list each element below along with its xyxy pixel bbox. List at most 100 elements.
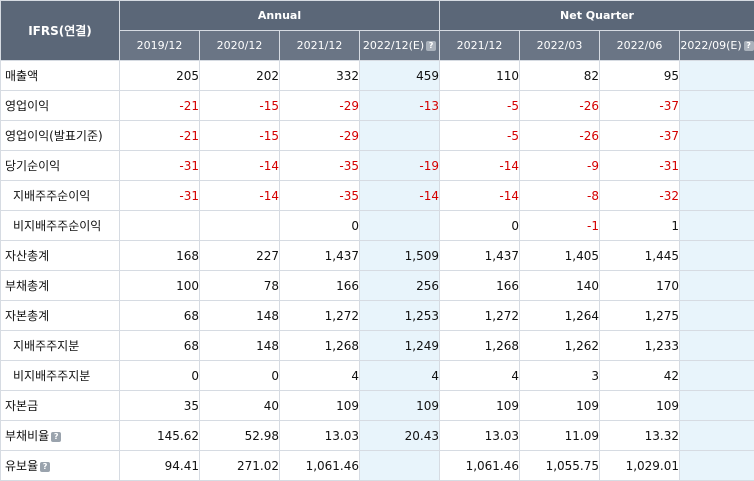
- value-cell: 166: [439, 270, 521, 301]
- value-cell: [679, 420, 754, 451]
- row-label: 부채비율?: [0, 420, 120, 451]
- value-cell: -9: [519, 150, 601, 181]
- value-cell: 11.09: [519, 420, 601, 451]
- row-label: 영업이익(발표기준): [0, 120, 120, 151]
- value-cell: 94.41: [119, 450, 200, 481]
- row-label: 자본금: [0, 390, 120, 421]
- value-cell: 1,445: [599, 240, 681, 271]
- period-header: 2021/12: [439, 30, 521, 61]
- value-cell: 110: [439, 60, 521, 91]
- table-row: 매출액 205 202 332 459 110 82 95: [0, 60, 754, 91]
- value-cell: [679, 60, 754, 91]
- period-header: 2021/12: [279, 30, 360, 61]
- value-cell: 13.03: [279, 420, 360, 451]
- row-label-text: 유보율: [5, 459, 39, 473]
- row-label-text: 비지배주주지분: [13, 369, 91, 383]
- value-cell: -32: [599, 180, 681, 211]
- value-cell: -15: [199, 90, 280, 121]
- row-label: 영업이익: [0, 90, 120, 121]
- value-cell: 68: [119, 300, 200, 331]
- value-cell: -1: [519, 210, 601, 241]
- value-cell: 202: [199, 60, 280, 91]
- value-cell: -31: [119, 180, 200, 211]
- value-cell: -14: [439, 150, 521, 181]
- value-cell: 0: [439, 210, 521, 241]
- value-cell: 42: [599, 360, 681, 391]
- row-label: 당기순이익: [0, 150, 120, 181]
- value-cell: -35: [279, 150, 360, 181]
- value-cell: 1,264: [519, 300, 601, 331]
- value-cell: 13.32: [599, 420, 681, 451]
- value-cell: 271.02: [199, 450, 280, 481]
- value-cell: [358, 210, 441, 241]
- value-cell: 1,272: [439, 300, 521, 331]
- period-header: 2020/12: [199, 30, 280, 61]
- table-row: 비지배주주순이익 0 0 -1 1: [0, 210, 754, 241]
- question-icon[interactable]: ?: [40, 461, 51, 472]
- table-row: 유보율? 94.41 271.02 1,061.46 1,061.46 1,055.75 1…: [0, 450, 754, 481]
- value-cell: 140: [519, 270, 601, 301]
- row-label-text: 자본총계: [5, 309, 50, 323]
- value-cell: 1,055.75: [519, 450, 601, 481]
- value-cell: 40: [199, 390, 280, 421]
- value-cell: 3: [519, 360, 601, 391]
- period-header-estimate: 2022/09(E)?: [679, 30, 754, 61]
- value-cell: [679, 360, 754, 391]
- row-label-text: 자본금: [5, 399, 39, 413]
- value-cell: [679, 210, 754, 241]
- row-label: 비지배주주순이익: [0, 210, 120, 241]
- value-cell: 168: [119, 240, 200, 271]
- row-label: 지배주주순이익: [0, 180, 120, 211]
- value-cell: 145.62: [119, 420, 200, 451]
- value-cell: [679, 330, 754, 361]
- value-cell: 166: [279, 270, 360, 301]
- value-cell: 1,061.46: [439, 450, 521, 481]
- value-cell: -8: [519, 180, 601, 211]
- row-label: 지배주주지분: [0, 330, 120, 361]
- value-cell: -26: [519, 120, 601, 151]
- value-cell: 20.43: [358, 420, 441, 451]
- table-row: 자산총계 168 227 1,437 1,509 1,437 1,405 1,445: [0, 240, 754, 271]
- value-cell: 109: [599, 390, 681, 421]
- value-cell: [358, 450, 441, 481]
- value-cell: -14: [199, 150, 280, 181]
- value-cell: 1,268: [439, 330, 521, 361]
- value-cell: 78: [199, 270, 280, 301]
- value-cell: -14: [199, 180, 280, 211]
- row-label-text: 부채비율: [5, 429, 50, 443]
- value-cell: 4: [279, 360, 360, 391]
- table-row: 당기순이익 -31 -14 -35 -19 -14 -9 -31: [0, 150, 754, 181]
- financial-summary-table: IFRS(연결) Annual Net Quarter 2019/12 2020…: [0, 0, 754, 481]
- row-label: 자산총계: [0, 240, 120, 271]
- value-cell: 1,437: [279, 240, 360, 271]
- value-cell: [679, 450, 754, 481]
- row-label: 매출액: [0, 60, 120, 91]
- value-cell: 35: [119, 390, 200, 421]
- value-cell: 109: [279, 390, 360, 421]
- value-cell: [679, 90, 754, 121]
- value-cell: [679, 240, 754, 271]
- value-cell: 256: [358, 270, 441, 301]
- question-icon[interactable]: ?: [426, 41, 437, 51]
- row-label: 부채총계: [0, 270, 120, 301]
- row-label-text: 지배주주순이익: [13, 189, 91, 203]
- table-row: 영업이익 -21 -15 -29 -13 -5 -26 -37: [0, 90, 754, 121]
- value-cell: 205: [119, 60, 200, 91]
- value-cell: 1,509: [358, 240, 441, 271]
- value-cell: 459: [358, 60, 441, 91]
- value-cell: 82: [519, 60, 601, 91]
- value-cell: 1,233: [599, 330, 681, 361]
- row-label: 비지배주주지분: [0, 360, 120, 391]
- row-label-text: 부채총계: [5, 279, 50, 293]
- table-row: 부채총계 100 78 166 256 166 140 170: [0, 270, 754, 301]
- value-cell: 0: [119, 360, 200, 391]
- question-icon[interactable]: ?: [51, 431, 62, 442]
- value-cell: 1: [599, 210, 681, 241]
- value-cell: [358, 120, 441, 151]
- question-icon[interactable]: ?: [743, 41, 754, 51]
- value-cell: -5: [439, 120, 521, 151]
- period-header: 2019/12: [119, 30, 200, 61]
- value-cell: -15: [199, 120, 280, 151]
- value-cell: 0: [279, 210, 360, 241]
- value-cell: -29: [279, 90, 360, 121]
